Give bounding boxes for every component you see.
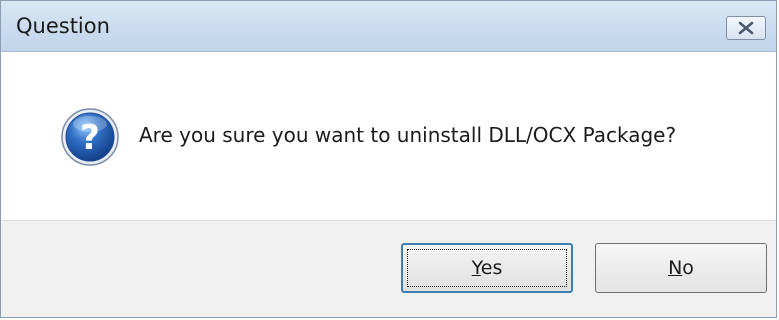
close-icon — [738, 21, 754, 35]
question-icon: ? — [61, 108, 119, 166]
close-button[interactable] — [726, 16, 766, 40]
yes-button-label: Yes — [471, 257, 503, 279]
yes-button[interactable]: Yes — [401, 243, 573, 293]
dialog-title: Question — [16, 14, 110, 38]
svg-text:?: ? — [80, 118, 100, 158]
dialog-content: ? Are you sure you want to uninstall DLL… — [1, 52, 776, 220]
no-button-label: No — [668, 257, 694, 279]
dialog-message: Are you sure you want to uninstall DLL/O… — [139, 123, 677, 147]
question-dialog: Question ? Are you sure you want to unin… — [0, 0, 777, 318]
title-bar: Question — [1, 1, 776, 52]
no-button[interactable]: No — [595, 243, 767, 293]
